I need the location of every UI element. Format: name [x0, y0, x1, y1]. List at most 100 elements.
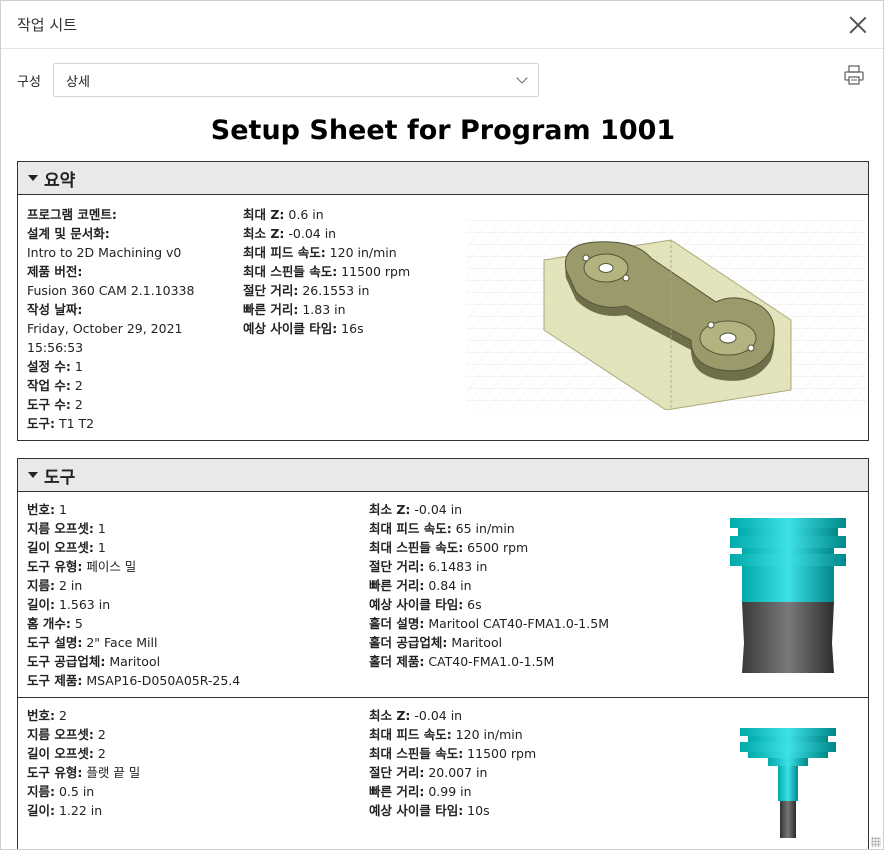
- summary-left-value: Intro to 2D Machining v0: [27, 245, 182, 260]
- triangle-down-icon: [28, 175, 38, 181]
- tool-1-left-value: Maritool: [105, 654, 161, 669]
- tool-2-right-row: 절단 거리: 20.007 in: [369, 763, 536, 782]
- resize-grip[interactable]: [871, 837, 881, 847]
- tool-1-left-row: 지름 오프셋: 1: [27, 519, 240, 538]
- summary-right-key: 최대 스핀들 속도:: [243, 264, 338, 279]
- tool-2-left-key: 도구 유형:: [27, 765, 83, 780]
- tool-1-left-key: 지름 오프셋:: [27, 521, 94, 536]
- tool-1-left-key: 도구 제품:: [27, 673, 83, 688]
- tool-1-left-value: 1: [93, 540, 106, 555]
- tool-2-right-value: 20.007 in: [424, 765, 488, 780]
- tool-2-left-value: 1.22 in: [55, 803, 103, 818]
- tool-1-left-value: MSAP16-D050A05R-25.4: [82, 673, 241, 688]
- tool-1-right-value: Maritool CAT40-FMA1.0-1.5M: [424, 616, 609, 631]
- configuration-value: 상세: [66, 74, 90, 90]
- summary-left-key: 프로그램 코멘트:: [27, 207, 117, 222]
- summary-right-row: 예상 사이클 타임: 16s: [243, 319, 410, 338]
- tool-2-right-row: 최대 스핀들 속도: 11500 rpm: [369, 744, 536, 763]
- summary-right-row: 최대 피드 속도: 120 in/min: [243, 243, 410, 262]
- tool-2-right-value: -0.04 in: [410, 708, 463, 723]
- summary-left-key: 설계 및 문서화:: [27, 226, 110, 241]
- triangle-down-icon: [28, 472, 38, 478]
- tool-2-right-key: 절단 거리:: [369, 765, 425, 780]
- tool-2-right-key: 최대 스핀들 속도:: [369, 746, 464, 761]
- summary-left-row: 도구: T1 T2: [27, 414, 194, 433]
- summary-right-key: 최대 피드 속도:: [243, 245, 326, 260]
- tool-1-right-key: 예상 사이클 타임:: [369, 597, 464, 612]
- tool-1-right-row: 예상 사이클 타임: 6s: [369, 595, 609, 614]
- tool-1-right-row: 홀더 제품: CAT40-FMA1.0-1.5M: [369, 652, 609, 671]
- tool-1-right-value: Maritool: [447, 635, 503, 650]
- tool-2-left-value: 0.5 in: [55, 784, 95, 799]
- summary-left-row: 설계 및 문서화:: [27, 224, 194, 243]
- tool-1-left-row: 지름: 2 in: [27, 576, 240, 595]
- tool-2-right-value: 0.99 in: [424, 784, 472, 799]
- tool-2-right-row: 빠른 거리: 0.99 in: [369, 782, 536, 801]
- tool-1-right-value: -0.04 in: [410, 502, 463, 517]
- tool-2-left-row: 번호: 2: [27, 706, 140, 725]
- tool-1-left-key: 도구 공급업체:: [27, 654, 106, 669]
- setup-sheet-dialog: 작업 시트 구성 상세 Setup Sheet for Program 1001…: [0, 0, 884, 850]
- summary-left-row: 설정 수: 1: [27, 357, 194, 376]
- tool-2-image: [740, 728, 836, 838]
- summary-left-key: 작업 수:: [27, 378, 71, 393]
- summary-right-row: 절단 거리: 26.1553 in: [243, 281, 410, 300]
- summary-right-key: 최소 Z:: [243, 226, 285, 241]
- printer-icon[interactable]: [843, 64, 865, 86]
- summary-left-value: 15:56:53: [27, 340, 84, 355]
- tool-1-left-row: 도구 제품: MSAP16-D050A05R-25.4: [27, 671, 240, 690]
- summary-right-value: -0.04 in: [284, 226, 337, 241]
- tools-header[interactable]: 도구: [18, 459, 868, 492]
- summary-heading: 요약: [44, 170, 76, 191]
- tool-2-left-value: 2: [55, 708, 67, 723]
- tool-2-right-key: 빠른 거리:: [369, 784, 425, 799]
- summary-left-key: 설정 수:: [27, 359, 71, 374]
- tool-1-left-key: 홈 개수:: [27, 616, 71, 631]
- tool-1-left-key: 도구 설명:: [27, 635, 83, 650]
- tool-1-left-column: 번호: 1 지름 오프셋: 1 길이 오프셋: 1 도구 유형: 페이스 밀 지름: 2…: [27, 500, 240, 690]
- tool-1-left-value: 5: [70, 616, 83, 631]
- summary-header[interactable]: 요약: [18, 162, 868, 195]
- summary-right-key: 예상 사이클 타임:: [243, 321, 338, 336]
- close-icon[interactable]: [849, 16, 867, 34]
- tool-2-left-column: 번호: 2 지름 오프셋: 2 길이 오프셋: 2 도구 유형: 플랫 끝 밀 지름: …: [27, 706, 140, 820]
- tool-1-left-row: 도구 공급업체: Maritool: [27, 652, 240, 671]
- summary-left-value: Friday, October 29, 2021: [27, 321, 183, 336]
- tool-2-right-key: 최소 Z:: [369, 708, 411, 723]
- summary-right-value: 1.83 in: [298, 302, 346, 317]
- tool-1-right-row: 빠른 거리: 0.84 in: [369, 576, 609, 595]
- tool-2-right-row: 예상 사이클 타임: 10s: [369, 801, 536, 820]
- summary-left-row: 작성 날짜:: [27, 300, 194, 319]
- configuration-select[interactable]: 상세: [53, 63, 539, 97]
- tool-1-left-row: 길이: 1.563 in: [27, 595, 240, 614]
- configuration-label: 구성: [17, 74, 41, 90]
- summary-section: 요약 프로그램 코멘트: 설계 및 문서화: Intro to 2D Machini…: [17, 161, 869, 441]
- tool-1-right-column: 최소 Z: -0.04 in 최대 피드 속도: 65 in/min 최대 스핀들 …: [369, 500, 609, 671]
- tool-2-right-key: 예상 사이클 타임:: [369, 803, 464, 818]
- tool-row-1: 번호: 1 지름 오프셋: 1 길이 오프셋: 1 도구 유형: 페이스 밀 지름: 2…: [18, 492, 868, 698]
- summary-right-value: 0.6 in: [284, 207, 324, 222]
- tool-1-right-row: 최소 Z: -0.04 in: [369, 500, 609, 519]
- tool-1-right-key: 빠른 거리:: [369, 578, 425, 593]
- summary-right-row: 최대 Z: 0.6 in: [243, 205, 410, 224]
- tool-2-left-row: 지름: 0.5 in: [27, 782, 140, 801]
- tool-2-left-row: 도구 유형: 플랫 끝 밀: [27, 763, 140, 782]
- summary-left-key: 도구:: [27, 416, 55, 431]
- configuration-row: 구성 상세: [17, 62, 867, 98]
- summary-right-row: 빠른 거리: 1.83 in: [243, 300, 410, 319]
- tool-1-left-value: 1.563 in: [55, 597, 111, 612]
- summary-right-value: 11500 rpm: [337, 264, 411, 279]
- tool-2-right-key: 최대 피드 속도:: [369, 727, 452, 742]
- tool-1-left-key: 길이:: [27, 597, 55, 612]
- tool-1-left-value: 페이스 밀: [82, 559, 137, 574]
- tools-heading: 도구: [44, 467, 76, 488]
- tool-2-left-key: 길이 오프셋:: [27, 746, 94, 761]
- tool-1-left-row: 길이 오프셋: 1: [27, 538, 240, 557]
- tool-1-left-value: 2 in: [55, 578, 83, 593]
- tool-2-right-value: 120 in/min: [451, 727, 523, 742]
- summary-right-row: 최대 스핀들 속도: 11500 rpm: [243, 262, 410, 281]
- summary-left-value: 1: [70, 359, 83, 374]
- summary-left-value: 2: [70, 397, 83, 412]
- tool-1-left-row: 도구 설명: 2" Face Mill: [27, 633, 240, 652]
- tool-1-right-key: 홀더 설명:: [369, 616, 425, 631]
